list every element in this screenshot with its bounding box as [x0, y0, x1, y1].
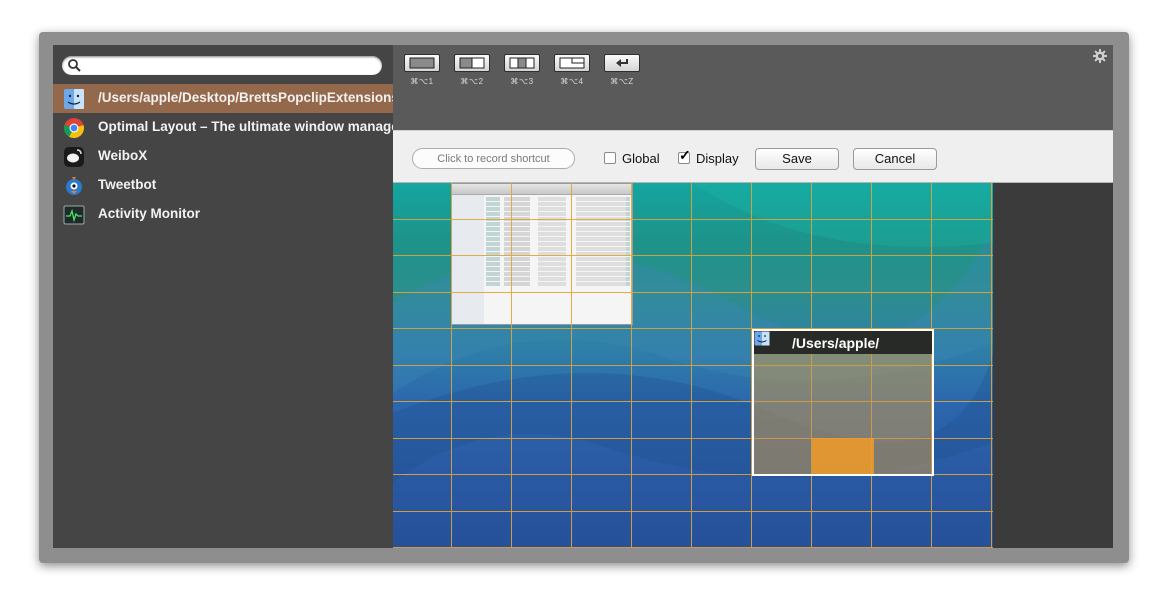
window-content: /Users/apple/Desktop/BrettsPopclipExtens…	[53, 45, 1113, 548]
tweetbot-icon	[66, 177, 82, 195]
app-label: Optimal Layout – The ultimate window man…	[98, 119, 393, 134]
weibox-icon	[64, 147, 84, 167]
search-icon	[68, 59, 81, 72]
app-item-activity-monitor[interactable]: Activity Monitor	[53, 200, 393, 229]
shortcut-label: ⌘⌥2	[460, 77, 484, 86]
layout-thirds-button[interactable]: ⌘⌥3	[504, 54, 540, 86]
layout-panel: ⌘⌥1 ⌘⌥2 ⌘⌥3 ⌘⌥4 ⌘⌥Z Click to record shor…	[393, 45, 1113, 548]
search-field[interactable]	[62, 56, 382, 75]
app-label: Activity Monitor	[98, 206, 201, 221]
shortcut-label: ⌘⌥3	[510, 77, 534, 86]
checkmark-icon: ✓	[679, 147, 691, 163]
cancel-button[interactable]: Cancel	[853, 148, 937, 170]
quarter-layout-icon	[559, 57, 585, 69]
sidebar: /Users/apple/Desktop/BrettsPopclipExtens…	[53, 45, 393, 548]
record-shortcut-button[interactable]: Click to record shortcut	[412, 148, 575, 169]
app-item-tweetbot[interactable]: Tweetbot	[53, 171, 393, 200]
layout-undo-button[interactable]: ⌘⌥Z	[604, 54, 640, 86]
app-item-optimal-layout[interactable]: Optimal Layout – The ultimate window man…	[53, 113, 393, 142]
app-label: /Users/apple/Desktop/BrettsPopclipExtens…	[98, 90, 393, 105]
app-list: /Users/apple/Desktop/BrettsPopclipExtens…	[53, 84, 393, 229]
shortcut-label: ⌘⌥Z	[610, 77, 634, 86]
layout-full-button[interactable]: ⌘⌥1	[404, 54, 440, 86]
layout-toolbar: ⌘⌥1 ⌘⌥2 ⌘⌥3 ⌘⌥4 ⌘⌥Z	[393, 45, 1113, 130]
app-label: WeiboX	[98, 148, 148, 163]
selected-window-header: /Users/apple/	[754, 331, 932, 354]
app-item-finder[interactable]: /Users/apple/Desktop/BrettsPopclipExtens…	[53, 84, 393, 113]
checkbox-box	[604, 152, 616, 164]
thirds-layout-icon	[509, 57, 535, 69]
app-item-weibox[interactable]: WeiboX	[53, 142, 393, 171]
selected-window-title: /Users/apple/	[792, 335, 880, 351]
app-label: Tweetbot	[98, 177, 157, 192]
highlighted-grid-cell	[812, 438, 874, 474]
chrome-icon	[64, 118, 84, 139]
shortcut-label: ⌘⌥1	[410, 77, 434, 86]
display-label: Display	[696, 151, 739, 166]
layout-halves-button[interactable]: ⌘⌥2	[454, 54, 490, 86]
selected-window-region[interactable]: /Users/apple/	[752, 329, 934, 476]
save-button[interactable]: Save	[755, 148, 839, 170]
optimal-layout-window: /Users/apple/Desktop/BrettsPopclipExtens…	[39, 32, 1129, 563]
finder-icon	[754, 331, 770, 346]
shortcut-label: ⌘⌥4	[560, 77, 584, 86]
gear-icon[interactable]	[1093, 49, 1107, 63]
halves-layout-icon	[459, 57, 485, 69]
layout-quarter-button[interactable]: ⌘⌥4	[554, 54, 590, 86]
mini-finder-window	[451, 183, 633, 325]
undo-arrow-icon	[616, 59, 628, 67]
finder-icon	[64, 89, 84, 109]
search-input[interactable]	[84, 57, 374, 73]
screen-preview[interactable]: /Users/apple/	[393, 183, 993, 548]
shortcut-record-bar: Click to record shortcut Global ✓ Displa…	[393, 130, 1113, 183]
activity-monitor-icon	[63, 205, 85, 225]
full-layout-icon	[409, 57, 435, 69]
global-label: Global	[622, 151, 660, 166]
